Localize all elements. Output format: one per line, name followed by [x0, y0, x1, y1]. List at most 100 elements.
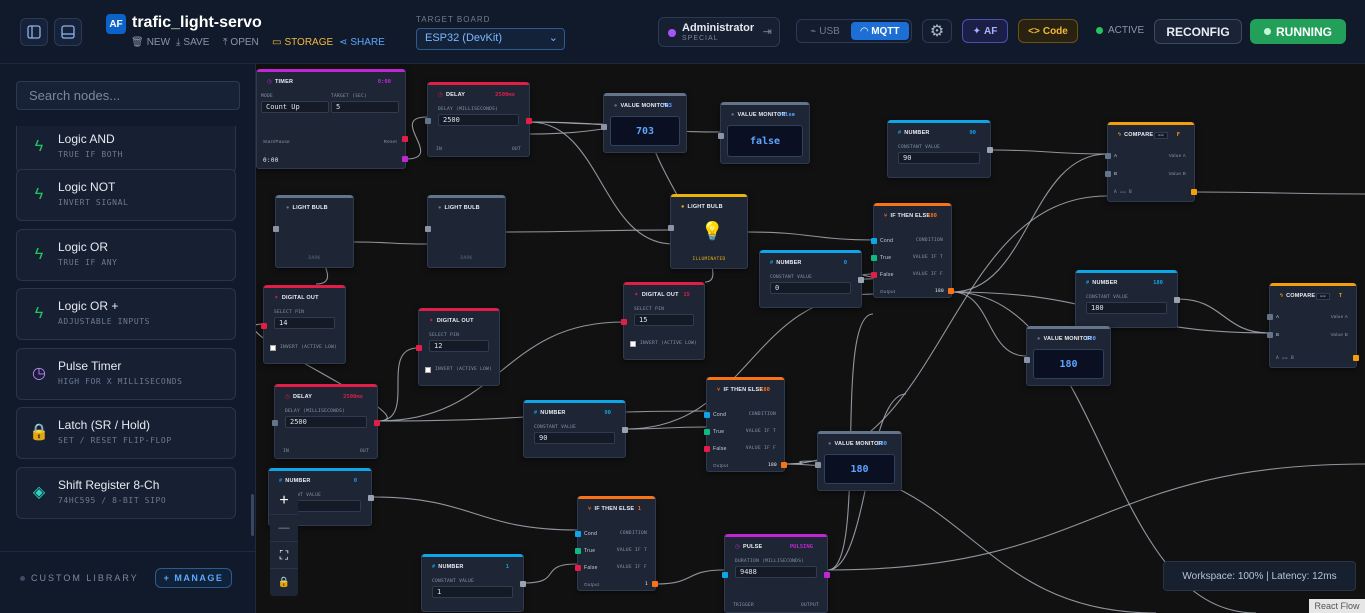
input-port[interactable]: [704, 446, 710, 452]
field-input[interactable]: 5: [331, 101, 399, 113]
output-port[interactable]: [368, 495, 374, 501]
timer-reset-label[interactable]: Reset: [384, 139, 397, 144]
storage-button[interactable]: ▭ STORAGE: [272, 37, 333, 48]
node-vm3[interactable]: ● VALUE MONITOR 180 180: [1024, 326, 1111, 386]
sidebar-item-logic-or[interactable]: ϟ Logic OR TRUE IF ANY: [16, 229, 236, 281]
field-input[interactable]: 9488: [735, 566, 817, 578]
settings-button[interactable]: ⚙: [922, 19, 952, 43]
edge[interactable]: [990, 149, 1108, 155]
edge[interactable]: [1177, 298, 1270, 334]
fit-view-button[interactable]: ⛶: [270, 542, 298, 569]
edge[interactable]: [353, 241, 428, 245]
input-port[interactable]: [722, 571, 728, 578]
node-num2[interactable]: # NUMBER 0 CONSTANT VALUE 0: [759, 250, 864, 308]
node-num1[interactable]: # NUMBER 90 CONSTANT VALUE 90: [887, 120, 993, 178]
output-port[interactable]: [374, 419, 380, 426]
output-port[interactable]: [402, 156, 408, 162]
flow-canvas[interactable]: ◷ TIMER 0:00 MODE Count Up TARGET (SEC) 5 Sta…: [256, 64, 1365, 613]
node-timer[interactable]: ◷ TIMER 0:00 MODE Count Up TARGET (SEC) 5 Sta…: [256, 69, 408, 169]
input-port[interactable]: [704, 412, 710, 418]
output-port[interactable]: [987, 147, 993, 153]
input-port[interactable]: [575, 531, 581, 537]
search-nodes-input[interactable]: [16, 81, 240, 110]
new-button[interactable]: 🗑 NEW: [131, 37, 170, 48]
input-port[interactable]: [261, 322, 267, 329]
zoom-out-button[interactable]: —: [270, 515, 298, 542]
lock-icon[interactable]: 🔒: [270, 569, 298, 596]
user-menu[interactable]: Administrator SPECIAL ⇥: [658, 17, 780, 47]
input-port[interactable]: [871, 238, 877, 244]
input-port[interactable]: [416, 345, 422, 351]
output-port[interactable]: [781, 462, 787, 468]
field-input[interactable]: 14: [274, 317, 335, 329]
field-input[interactable]: 15: [634, 314, 694, 326]
input-port[interactable]: [1267, 314, 1273, 320]
input-port[interactable]: [1024, 357, 1030, 363]
code-button[interactable]: <> Code: [1018, 19, 1078, 43]
edge[interactable]: [655, 569, 725, 585]
sidebar-item-logic-and[interactable]: ϟ Logic AND TRUE IF BOTH: [16, 126, 236, 173]
input-port[interactable]: [871, 255, 877, 261]
target-board-select[interactable]: ESP32 (DevKit) ⌄: [416, 28, 565, 50]
node-vm2[interactable]: ● VALUE MONITOR false false: [718, 102, 810, 164]
usb-option[interactable]: ⌁ USB: [801, 22, 849, 40]
toggle-sidebar-button[interactable]: [20, 18, 48, 46]
input-port[interactable]: [575, 565, 581, 571]
field-input[interactable]: 2500: [285, 416, 367, 428]
input-port[interactable]: [273, 226, 279, 232]
sidebar-scrollbar[interactable]: [251, 494, 254, 536]
output-port[interactable]: [526, 117, 532, 124]
node-ite1[interactable]: ⑂ IF THEN ELSE 180 Cond CONDITION True VAL…: [871, 203, 954, 298]
node-do3[interactable]: ✦ DIGITAL OUT 15 SELECT PIN 15 INVERT (ACTI…: [621, 282, 705, 360]
node-delay2[interactable]: ◷ DELAY 2500ms DELAY (MILLISECONDS) 2500 IN …: [272, 384, 380, 459]
output-port[interactable]: [1191, 189, 1197, 195]
node-lb3[interactable]: ● LIGHT BULB 💡 ILLUMINATED: [668, 194, 748, 269]
output-port[interactable]: [1174, 297, 1180, 303]
field-input[interactable]: 180: [1086, 302, 1167, 314]
output-port[interactable]: [858, 277, 864, 283]
node-ite2[interactable]: ⑂ IF THEN ELSE 180 Cond CONDITION True VAL…: [704, 377, 787, 472]
input-port[interactable]: [601, 124, 607, 130]
output-port[interactable]: [824, 571, 830, 578]
invert-checkbox[interactable]: [425, 367, 431, 373]
input-port[interactable]: [668, 225, 674, 231]
input-port[interactable]: [718, 133, 724, 139]
edge[interactable]: [523, 563, 578, 584]
node-do1[interactable]: ✦ DIGITAL OUT SELECT PIN 14 INVERT (ACTIVE…: [261, 285, 346, 364]
node-delay1[interactable]: ◷ DELAY 2500ms DELAY (MILLISECONDS) 2500 IN …: [425, 82, 532, 157]
logout-icon[interactable]: ⇥: [763, 25, 772, 38]
input-port[interactable]: [815, 462, 821, 468]
share-button[interactable]: ⋖ SHARE: [339, 37, 385, 48]
output-port[interactable]: [652, 581, 658, 587]
timer-start-label[interactable]: Start/Pause: [263, 139, 290, 144]
node-num3[interactable]: # NUMBER 180 CONSTANT VALUE 180: [1075, 270, 1180, 328]
input-port[interactable]: [871, 272, 877, 278]
open-button[interactable]: ⤒ OPEN: [223, 37, 259, 48]
input-port[interactable]: [272, 419, 278, 426]
output-port[interactable]: [622, 427, 628, 433]
input-port[interactable]: [621, 319, 627, 325]
sidebar-item-pulse-timer[interactable]: ◷ Pulse Timer HIGH FOR X MILLISECONDS: [16, 348, 236, 400]
node-num4[interactable]: # NUMBER 90 CONSTANT VALUE 90: [523, 400, 628, 458]
input-port[interactable]: [425, 226, 431, 232]
save-button[interactable]: ⤓ SAVE: [176, 37, 209, 48]
field-input[interactable]: 90: [534, 432, 615, 444]
node-ite3[interactable]: ⑂ IF THEN ELSE 1 Cond CONDITION True VALUE…: [575, 496, 658, 591]
invert-checkbox[interactable]: [270, 345, 276, 351]
node-num6[interactable]: # NUMBER 1 CONSTANT VALUE 1: [421, 554, 526, 612]
node-cmp2[interactable]: ϟ COMPARE T == A Value A B Value B A == B: [1267, 283, 1359, 368]
field-input[interactable]: 1: [432, 586, 513, 598]
field-input[interactable]: 0: [770, 282, 851, 294]
edge[interactable]: [505, 229, 671, 233]
output-port[interactable]: [1353, 355, 1359, 361]
edge[interactable]: [405, 116, 428, 160]
field-input[interactable]: 90: [898, 152, 980, 164]
mqtt-option[interactable]: ◠ MQTT: [851, 22, 909, 40]
input-port[interactable]: [575, 548, 581, 554]
reset-port[interactable]: [402, 136, 408, 142]
input-port[interactable]: [425, 117, 431, 124]
node-lb1[interactable]: ● LIGHT BULB DARK: [273, 195, 354, 268]
input-port[interactable]: [1105, 171, 1111, 177]
field-input[interactable]: 2500: [438, 114, 519, 126]
input-port[interactable]: [704, 429, 710, 435]
